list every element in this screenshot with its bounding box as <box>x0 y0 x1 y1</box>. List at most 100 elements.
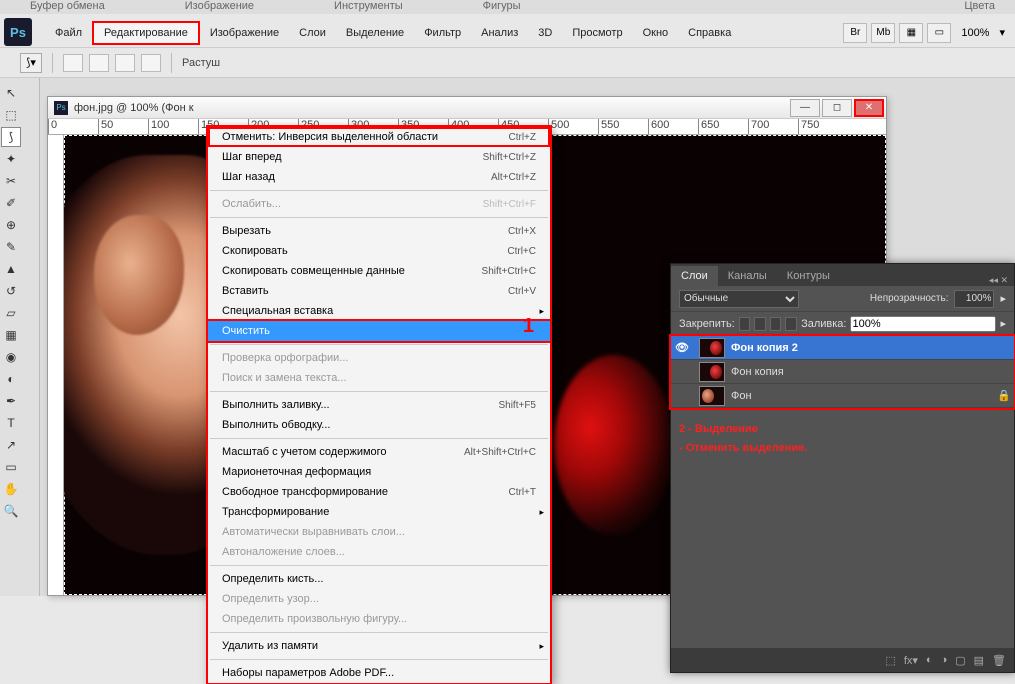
zoom-tool[interactable]: 🔍 <box>1 501 21 521</box>
layer-name[interactable]: Фон копия <box>731 366 994 378</box>
zoom-level[interactable]: 100% <box>955 27 995 39</box>
layers-bottom-bar: ⬚ fx▾ ◐ ◑ ▢ ▤ 🗑 <box>671 648 1014 672</box>
menu-item[interactable]: Масштаб с учетом содержимогоAlt+Shift+Ct… <box>208 442 550 462</box>
shape-tool[interactable]: ▭ <box>1 457 21 477</box>
menu-item[interactable]: Шаг назадAlt+Ctrl+Z <box>208 167 550 187</box>
layer-row[interactable]: Фон копия <box>671 360 1014 384</box>
maximize-button[interactable]: ◻ <box>822 99 852 117</box>
new-selection-icon[interactable] <box>63 54 83 72</box>
fill-flyout-icon[interactable]: ▸ <box>1000 317 1006 330</box>
menu-редактирование[interactable]: Редактирование <box>92 21 200 45</box>
close-button[interactable]: ✕ <box>854 99 884 117</box>
minimize-button[interactable]: — <box>790 99 820 117</box>
artboard-tool[interactable]: ⬚ <box>1 105 21 125</box>
lock-position-icon[interactable] <box>770 317 782 331</box>
menu-item[interactable]: Трансформирование <box>208 502 550 522</box>
fx-icon[interactable]: fx▾ <box>904 654 918 667</box>
layer-row[interactable]: Фон🔒 <box>671 384 1014 408</box>
menu-item[interactable]: Выполнить обводку... <box>208 415 550 435</box>
eyedropper-tool[interactable]: ✐ <box>1 193 21 213</box>
menu-фильтр[interactable]: Фильтр <box>414 23 471 43</box>
group-icon[interactable]: ▢ <box>955 654 965 667</box>
menu-выделение[interactable]: Выделение <box>336 23 414 43</box>
menu-item[interactable]: Специальная вставка <box>208 301 550 321</box>
menu-слои[interactable]: Слои <box>289 23 336 43</box>
fill-input[interactable] <box>850 316 996 332</box>
wand-tool[interactable]: ✦ <box>1 149 21 169</box>
history-brush-tool[interactable]: ↺ <box>1 281 21 301</box>
lock-pixels-icon[interactable] <box>754 317 766 331</box>
eraser-tool[interactable]: ▱ <box>1 303 21 323</box>
add-selection-icon[interactable] <box>89 54 109 72</box>
mask-icon[interactable]: ◐ <box>926 654 933 666</box>
move-tool[interactable]: ↖ <box>1 83 21 103</box>
menu-item[interactable]: ВставитьCtrl+V <box>208 281 550 301</box>
stamp-tool[interactable]: ▲ <box>1 259 21 279</box>
layer-thumbnail[interactable] <box>699 362 725 382</box>
lock-icon: 🔒 <box>994 389 1014 402</box>
menu-item[interactable]: ВырезатьCtrl+X <box>208 221 550 241</box>
blur-tool[interactable]: ◉ <box>1 347 21 367</box>
tab-channels[interactable]: Каналы <box>718 266 777 286</box>
menu-item[interactable]: Марионеточная деформация <box>208 462 550 482</box>
opacity-input[interactable] <box>954 290 994 308</box>
menu-item: Поиск и замена текста... <box>208 368 550 388</box>
delete-layer-icon[interactable]: 🗑 <box>992 654 1006 667</box>
menu-item[interactable]: Свободное трансформированиеCtrl+T <box>208 482 550 502</box>
lock-transparent-icon[interactable] <box>739 317 751 331</box>
layer-thumbnail[interactable] <box>699 386 725 406</box>
document-titlebar[interactable]: Ps фон.jpg @ 100% (Фон к — ◻ ✕ <box>48 97 886 119</box>
menu-item[interactable]: Очистить <box>208 321 550 341</box>
menu-3d[interactable]: 3D <box>528 23 562 43</box>
subtract-selection-icon[interactable] <box>115 54 135 72</box>
br-icon[interactable]: Br <box>843 23 867 43</box>
menu-item[interactable]: Отменить: Инверсия выделенной областиCtr… <box>208 127 550 147</box>
layer-row[interactable]: 👁 Фон копия 2 <box>671 336 1014 360</box>
menu-файл[interactable]: Файл <box>45 23 92 43</box>
layer-thumbnail[interactable] <box>699 338 725 358</box>
lock-all-icon[interactable] <box>785 317 797 331</box>
hand-tool[interactable]: ✋ <box>1 479 21 499</box>
intersect-selection-icon[interactable] <box>141 54 161 72</box>
gradient-tool[interactable]: ▦ <box>1 325 21 345</box>
blend-mode-select[interactable]: Обычные <box>679 290 799 308</box>
layer-name[interactable]: Фон копия 2 <box>731 342 994 354</box>
lasso-tool[interactable]: ⟆ <box>1 127 21 147</box>
menu-item[interactable]: Выполнить заливку...Shift+F5 <box>208 395 550 415</box>
feather-label: Растуш <box>182 57 220 69</box>
menu-справка[interactable]: Справка <box>678 23 741 43</box>
menu-анализ[interactable]: Анализ <box>471 23 528 43</box>
crop-tool[interactable]: ✂ <box>1 171 21 191</box>
lasso-preset[interactable]: ⟆▾ <box>20 53 42 73</box>
brush-tool[interactable]: ✎ <box>1 237 21 257</box>
type-tool[interactable]: T <box>1 413 21 433</box>
menu-item[interactable]: Определить кисть... <box>208 569 550 589</box>
pen-tool[interactable]: ✒ <box>1 391 21 411</box>
panel-menu-icon[interactable]: ◂◂ ✕ <box>983 275 1014 286</box>
adjustment-icon[interactable]: ◑ <box>941 654 948 666</box>
dodge-tool[interactable]: ◐ <box>1 369 21 389</box>
opacity-flyout-icon[interactable]: ▸ <box>1000 292 1006 305</box>
file-icon: Ps <box>54 101 68 115</box>
menu-item[interactable]: Шаг впередShift+Ctrl+Z <box>208 147 550 167</box>
path-tool[interactable]: ↗ <box>1 435 21 455</box>
tab-layers[interactable]: Слои <box>671 266 718 286</box>
arrange-icon[interactable]: ▦ <box>899 23 923 43</box>
zoom-dropdown-icon[interactable]: ▾ <box>999 26 1005 39</box>
menu-item[interactable]: СкопироватьCtrl+C <box>208 241 550 261</box>
tab-paths[interactable]: Контуры <box>777 266 840 286</box>
new-layer-icon[interactable]: ▤ <box>974 654 984 667</box>
menu-изображение[interactable]: Изображение <box>200 23 289 43</box>
menu-item[interactable]: Скопировать совмещенные данныеShift+Ctrl… <box>208 261 550 281</box>
menu-item[interactable]: Удалить из памяти <box>208 636 550 656</box>
visibility-icon[interactable]: 👁 <box>671 341 693 354</box>
menu-item[interactable]: Наборы параметров Adobe PDF... <box>208 663 550 683</box>
screen-mode-icon[interactable]: ▭ <box>927 23 951 43</box>
menu-item: Автоматически выравнивать слои... <box>208 522 550 542</box>
layer-name[interactable]: Фон <box>731 390 994 402</box>
link-layers-icon[interactable]: ⬚ <box>885 654 895 667</box>
menu-просмотр[interactable]: Просмотр <box>562 23 632 43</box>
menu-окно[interactable]: Окно <box>633 23 679 43</box>
heal-tool[interactable]: ⊕ <box>1 215 21 235</box>
mb-icon[interactable]: Mb <box>871 23 895 43</box>
